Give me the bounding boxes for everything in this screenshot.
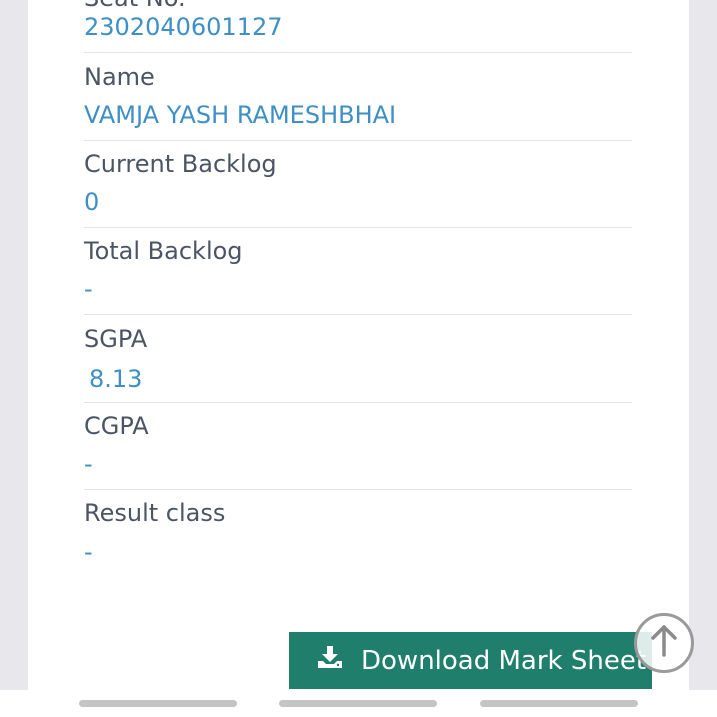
field-current-backlog: Current Backlog 0 [84, 141, 632, 228]
result-page: Seat No. 2302040601127 Name VAMJA YASH R… [0, 0, 717, 717]
field-value: VAMJA YASH RAMESHBHAI [84, 101, 397, 129]
field-value: - [84, 538, 93, 566]
download-button-label: Download Mark Sheet [361, 645, 647, 676]
bottom-nav-pill-1[interactable] [79, 700, 237, 707]
field-value: - [84, 450, 93, 478]
field-sgpa: SGPA 8.13 [84, 315, 632, 403]
result-card: Seat No. 2302040601127 Name VAMJA YASH R… [28, 0, 689, 690]
field-total-backlog: Total Backlog - [84, 228, 632, 315]
field-label: SGPA [84, 325, 148, 353]
field-label: Name [84, 63, 155, 91]
field-value: 8.13 [89, 365, 143, 393]
field-label: Current Backlog [84, 150, 277, 178]
field-label: Result class [84, 499, 226, 527]
field-value: 2302040601127 [84, 13, 283, 41]
bottom-nav-pill-2[interactable] [279, 700, 437, 707]
field-seat-no: Seat No. 2302040601127 [84, 0, 632, 53]
download-mark-sheet-button[interactable]: Download Mark Sheet [289, 632, 652, 689]
bottom-nav-pill-3[interactable] [480, 700, 638, 707]
field-label: CGPA [84, 412, 149, 440]
field-label: Seat No. [84, 0, 186, 12]
field-value: - [84, 275, 93, 303]
field-label: Total Backlog [84, 237, 243, 265]
scroll-to-top-button[interactable] [634, 613, 694, 673]
field-result-class: Result class - [84, 490, 632, 580]
field-name: Name VAMJA YASH RAMESHBHAI [84, 53, 632, 141]
field-value: 0 [84, 188, 100, 216]
download-icon [317, 645, 361, 676]
field-cgpa: CGPA - [84, 403, 632, 490]
arrow-up-icon [649, 624, 679, 662]
